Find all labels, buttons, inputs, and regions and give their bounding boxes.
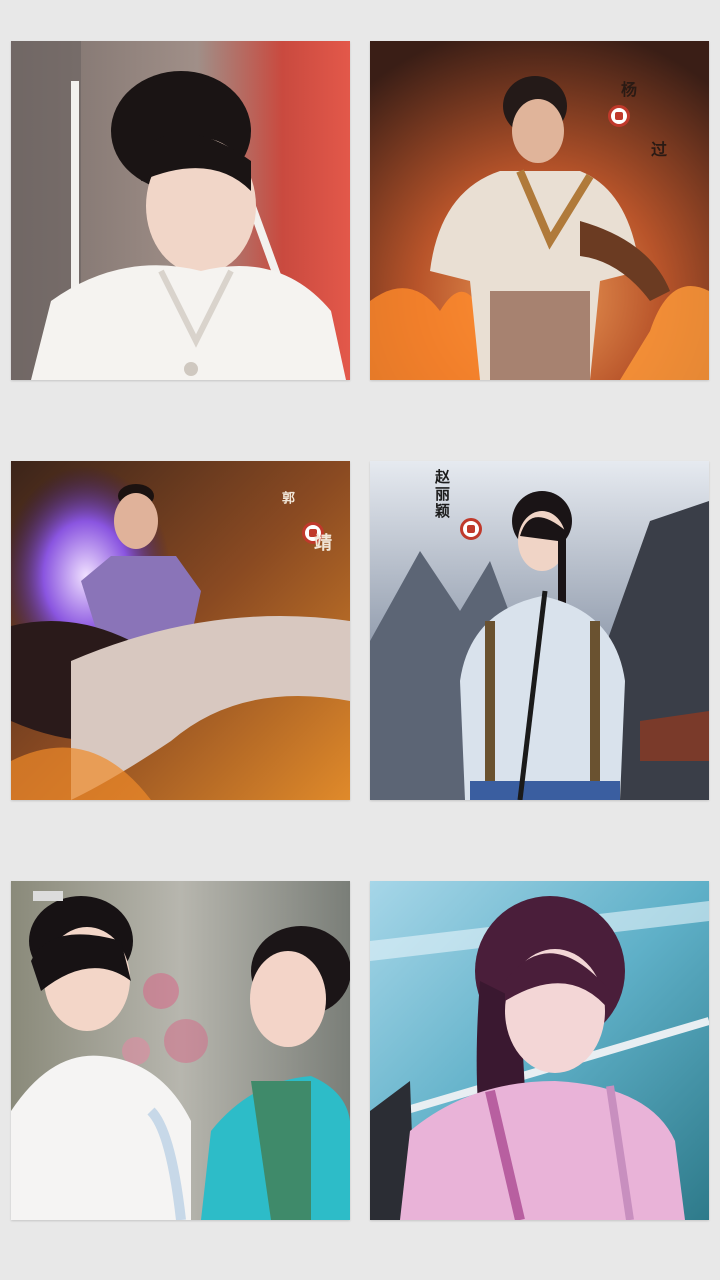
photo-tile-1[interactable] bbox=[11, 41, 350, 380]
woman-mountain-poster-photo bbox=[370, 461, 709, 800]
poster-caption-char: 过 bbox=[648, 141, 667, 159]
poster-caption-char: 郭 bbox=[279, 491, 294, 506]
seal-logo bbox=[608, 105, 630, 127]
poster-caption-char: 靖 bbox=[311, 533, 332, 553]
poster-caption-char: 赵丽颖 bbox=[433, 469, 451, 520]
photo-tile-6[interactable] bbox=[370, 881, 709, 1220]
woman-white-robe-photo bbox=[11, 41, 350, 380]
man-fire-poster-photo bbox=[370, 41, 709, 380]
two-women-photo bbox=[11, 881, 350, 1220]
photo-tile-2[interactable]: 杨 过 bbox=[370, 41, 709, 380]
photo-tile-3[interactable]: 郭 靖 bbox=[11, 461, 350, 800]
photo-tile-4[interactable]: 赵丽颖 bbox=[370, 461, 709, 800]
photo-tile-5[interactable] bbox=[11, 881, 350, 1220]
seal-logo bbox=[460, 518, 482, 540]
woman-pink-robe-photo bbox=[370, 881, 709, 1220]
man-purple-flame-poster-photo bbox=[11, 461, 350, 800]
photo-gallery-screen: 杨 过 郭 靖 赵丽颖 bbox=[0, 0, 720, 1280]
poster-caption-char: 杨 bbox=[618, 81, 637, 99]
